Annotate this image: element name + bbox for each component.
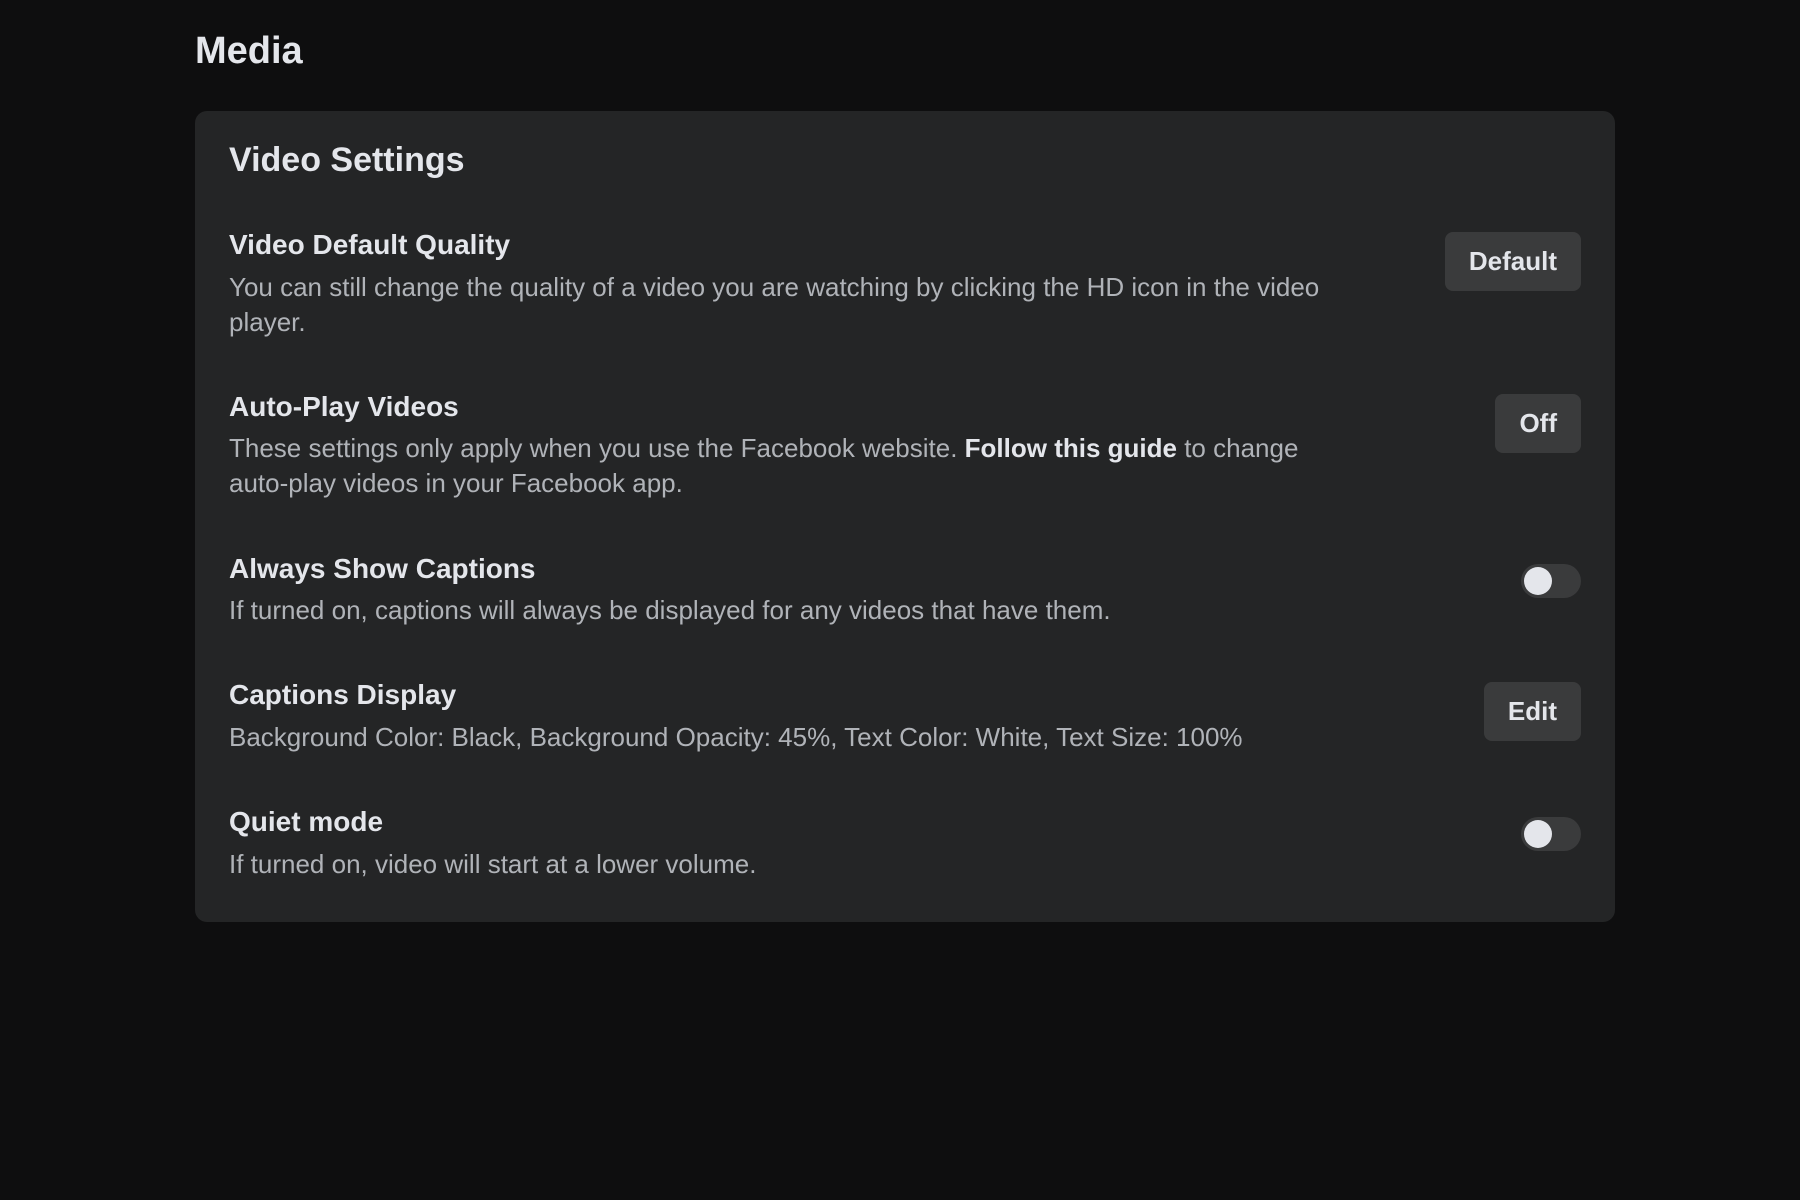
setting-quiet-mode: Quiet mode If turned on, video will star… xyxy=(229,805,1581,882)
always-captions-toggle[interactable] xyxy=(1521,564,1581,598)
autoplay-label: Auto-Play Videos xyxy=(229,390,1349,424)
setting-text: Quiet mode If turned on, video will star… xyxy=(229,805,1349,882)
quiet-mode-desc: If turned on, video will start at a lowe… xyxy=(229,847,1349,882)
autoplay-select-button[interactable]: Off xyxy=(1495,394,1581,453)
autoplay-desc-before: These settings only apply when you use t… xyxy=(229,433,965,463)
setting-control xyxy=(1521,556,1581,598)
setting-control: Default xyxy=(1445,232,1581,291)
captions-display-label: Captions Display xyxy=(229,678,1349,712)
card-title: Video Settings xyxy=(229,141,1581,180)
captions-display-desc: Background Color: Black, Background Opac… xyxy=(229,720,1349,755)
always-captions-label: Always Show Captions xyxy=(229,552,1349,586)
setting-control xyxy=(1521,809,1581,851)
setting-control: Off xyxy=(1495,394,1581,453)
video-quality-select-button[interactable]: Default xyxy=(1445,232,1581,291)
video-quality-label: Video Default Quality xyxy=(229,228,1349,262)
setting-text: Video Default Quality You can still chan… xyxy=(229,228,1349,340)
quiet-mode-toggle[interactable] xyxy=(1521,817,1581,851)
toggle-knob xyxy=(1524,567,1552,595)
toggle-knob xyxy=(1524,820,1552,848)
setting-video-quality: Video Default Quality You can still chan… xyxy=(229,228,1581,340)
quiet-mode-label: Quiet mode xyxy=(229,805,1349,839)
setting-text: Always Show Captions If turned on, capti… xyxy=(229,552,1349,629)
setting-text: Captions Display Background Color: Black… xyxy=(229,678,1349,755)
setting-autoplay: Auto-Play Videos These settings only app… xyxy=(229,390,1581,502)
autoplay-desc: These settings only apply when you use t… xyxy=(229,431,1349,501)
captions-display-edit-button[interactable]: Edit xyxy=(1484,682,1581,741)
follow-guide-link[interactable]: Follow this guide xyxy=(965,433,1177,463)
setting-text: Auto-Play Videos These settings only app… xyxy=(229,390,1349,502)
always-captions-desc: If turned on, captions will always be di… xyxy=(229,593,1349,628)
video-settings-card: Video Settings Video Default Quality You… xyxy=(195,111,1615,922)
setting-always-captions: Always Show Captions If turned on, capti… xyxy=(229,552,1581,629)
page-title: Media xyxy=(195,30,1615,73)
setting-captions-display: Captions Display Background Color: Black… xyxy=(229,678,1581,755)
setting-control: Edit xyxy=(1484,682,1581,741)
video-quality-desc: You can still change the quality of a vi… xyxy=(229,270,1349,340)
